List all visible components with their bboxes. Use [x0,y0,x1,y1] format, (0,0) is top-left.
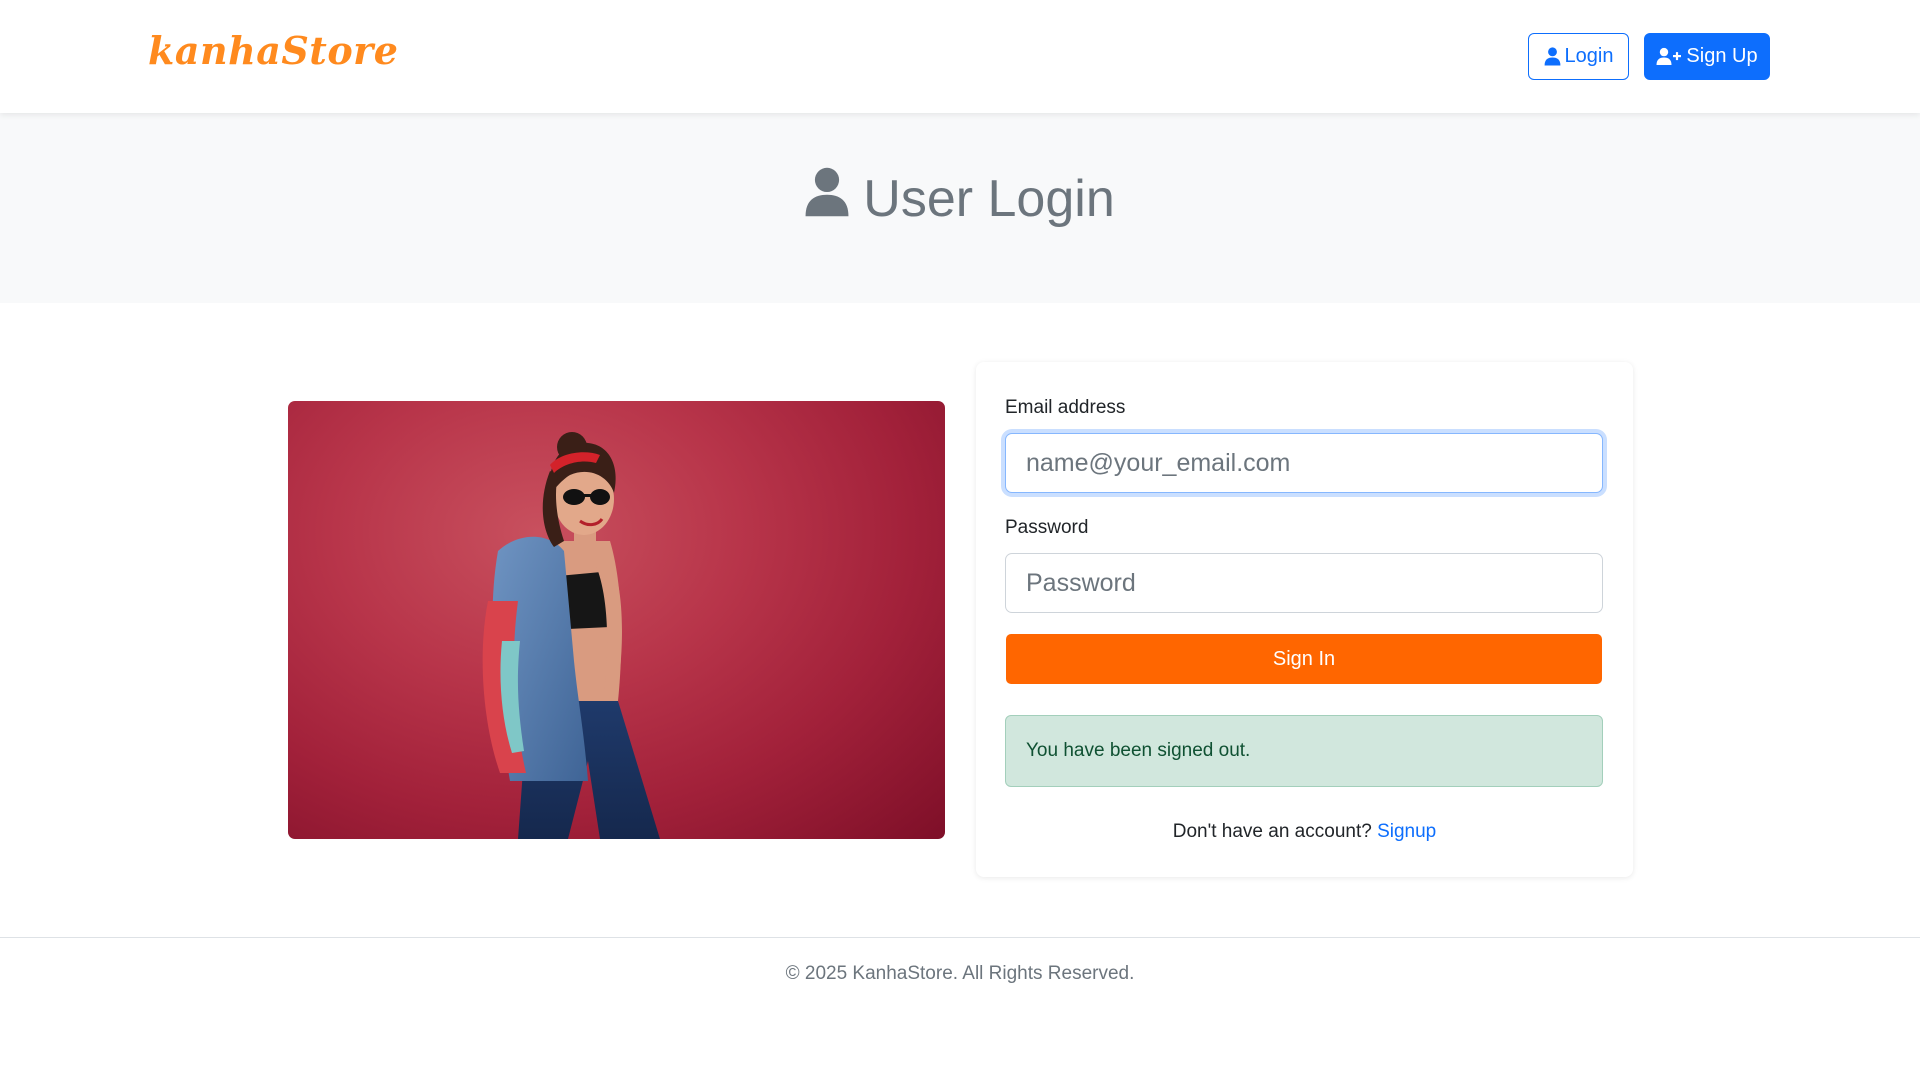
login-card: Email address Password Sign In You have … [976,362,1633,877]
signup-prompt-text: Don't have an account? [1172,821,1372,842]
user-plus-icon [1656,47,1682,66]
sign-in-button[interactable]: Sign In [1006,634,1602,684]
user-icon [1544,47,1561,66]
alert-message: You have been signed out. [1026,740,1251,761]
signed-out-alert: You have been signed out. [1005,715,1603,787]
brand-logo[interactable]: kanhaStore [148,28,398,73]
page-header: User Login [0,113,1920,303]
user-icon [805,167,849,230]
email-label: Email address [1005,397,1126,418]
password-input[interactable] [1005,553,1603,613]
signup-button-label: Sign Up [1686,45,1758,67]
login-button-label: Login [1564,45,1614,67]
login-button[interactable]: Login [1528,33,1629,80]
navbar: kanhaStore Login Sign Up [0,0,1920,113]
signup-prompt: Don't have an account? Signup [976,821,1633,843]
signup-link[interactable]: Signup [1377,821,1436,842]
copyright-text: © 2025 KanhaStore. All Rights Reserved. [785,963,1135,984]
page-title-text: User Login [863,169,1115,228]
fashion-model-photo [288,401,945,839]
email-input[interactable] [1005,433,1603,493]
page-title: User Login [0,167,1920,230]
signup-button[interactable]: Sign Up [1644,33,1770,80]
password-label: Password [1005,517,1089,538]
footer: © 2025 KanhaStore. All Rights Reserved. [0,937,1920,1080]
